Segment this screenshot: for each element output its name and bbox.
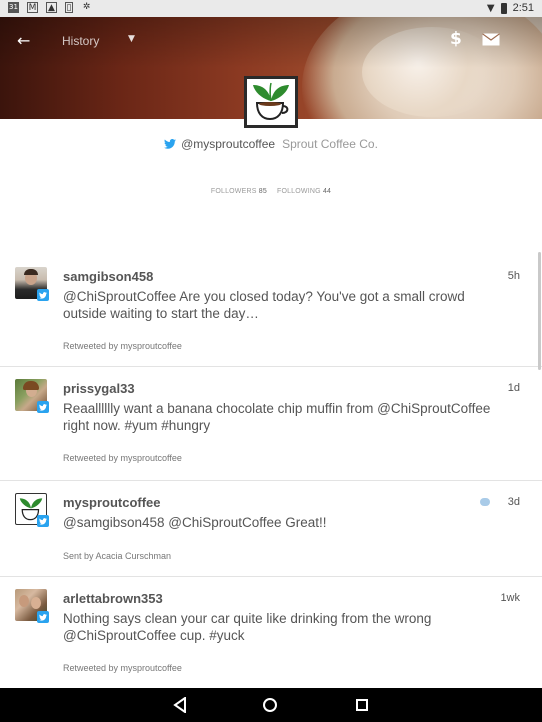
tweet-username[interactable]: prissygal33	[63, 381, 135, 396]
tweet-username[interactable]: arlettabrown353	[63, 591, 163, 606]
followers-stat[interactable]: FOLLOWERS 85	[211, 188, 267, 195]
status-bar: 31 M ▲ ▯ ✲ ▼ 2:51	[0, 0, 542, 17]
calendar-icon: 31	[8, 2, 19, 13]
profile-handle-row: @mysproutcoffee Sprout Coffee Co.	[0, 137, 542, 151]
sim-icon: ▯	[65, 2, 73, 13]
tweet-time: 5h	[507, 270, 520, 282]
chevron-down-icon[interactable]: ▼	[128, 34, 135, 44]
wifi-icon: ▼	[486, 2, 495, 14]
twitter-badge-icon	[37, 289, 49, 301]
nav-recents-icon[interactable]	[356, 699, 368, 711]
tweet-text: @samgibson458 @ChiSproutCoffee Great!!	[63, 515, 327, 530]
gmail-icon: M	[27, 2, 38, 13]
tweet-item[interactable]: prissygal33 1d Reaalllllly want a banana…	[0, 367, 542, 481]
twitter-bird-icon	[164, 139, 177, 149]
tweet-text: Reaalllllly want a banana chocolate chip…	[63, 401, 491, 433]
system-nav-bar	[0, 688, 542, 722]
conversation-icon[interactable]	[480, 498, 490, 506]
tweet-text: Nothing says clean your car quite like d…	[63, 611, 432, 643]
settings-icon: ✲	[82, 2, 91, 12]
tweet-item[interactable]: arlettabrown353 1wk Nothing says clean y…	[0, 577, 542, 689]
nav-home-icon[interactable]	[263, 698, 277, 712]
following-count: 44	[322, 188, 332, 195]
scrollbar[interactable]	[538, 252, 541, 370]
tweet-meta: Retweeted by mysproutcoffee	[63, 341, 182, 351]
twitter-badge-icon	[37, 515, 49, 527]
following-label: FOLLOWING	[276, 188, 321, 195]
tweet-item[interactable]: samgibson458 5h @ChiSproutCoffee Are you…	[0, 255, 542, 367]
tweet-time: 1wk	[500, 592, 520, 604]
profile-company-name: Sprout Coffee Co.	[282, 137, 378, 151]
tweet-meta: Retweeted by mysproutcoffee	[63, 453, 182, 463]
tweet-meta: Retweeted by mysproutcoffee	[63, 663, 182, 673]
twitter-badge-icon	[37, 401, 49, 413]
tweet-username[interactable]: samgibson458	[63, 269, 153, 284]
followers-count: 85	[258, 188, 267, 195]
battery-icon	[500, 2, 507, 14]
profile-handle[interactable]: @mysproutcoffee	[181, 137, 275, 151]
tweet-item[interactable]: mysproutcoffee 3d @samgibson458 @ChiSpro…	[0, 481, 542, 577]
history-dropdown[interactable]: History	[62, 34, 99, 48]
tweet-time: 3d	[507, 496, 520, 508]
mail-icon[interactable]	[482, 33, 500, 46]
tweet-feed: samgibson458 5h @ChiSproutCoffee Are you…	[0, 255, 542, 689]
dollar-icon[interactable]: $	[450, 29, 462, 49]
image-icon: ▲	[46, 2, 57, 13]
followers-label: FOLLOWERS	[210, 188, 257, 195]
twitter-badge-icon	[37, 611, 49, 623]
following-stat[interactable]: FOLLOWING 44	[277, 188, 331, 195]
back-arrow-icon[interactable]: ←	[17, 31, 30, 50]
tweet-username[interactable]: mysproutcoffee	[63, 495, 161, 510]
status-time: 2:51	[512, 2, 534, 14]
tweet-text: @ChiSproutCoffee Are you closed today? Y…	[63, 289, 465, 321]
tweet-meta: Sent by Acacia Curschman	[63, 551, 172, 561]
profile-logo	[244, 76, 298, 128]
nav-back-icon[interactable]	[173, 697, 187, 713]
tweet-time: 1d	[507, 382, 520, 394]
follow-counts: FOLLOWERS 85 FOLLOWING 44	[0, 188, 542, 195]
